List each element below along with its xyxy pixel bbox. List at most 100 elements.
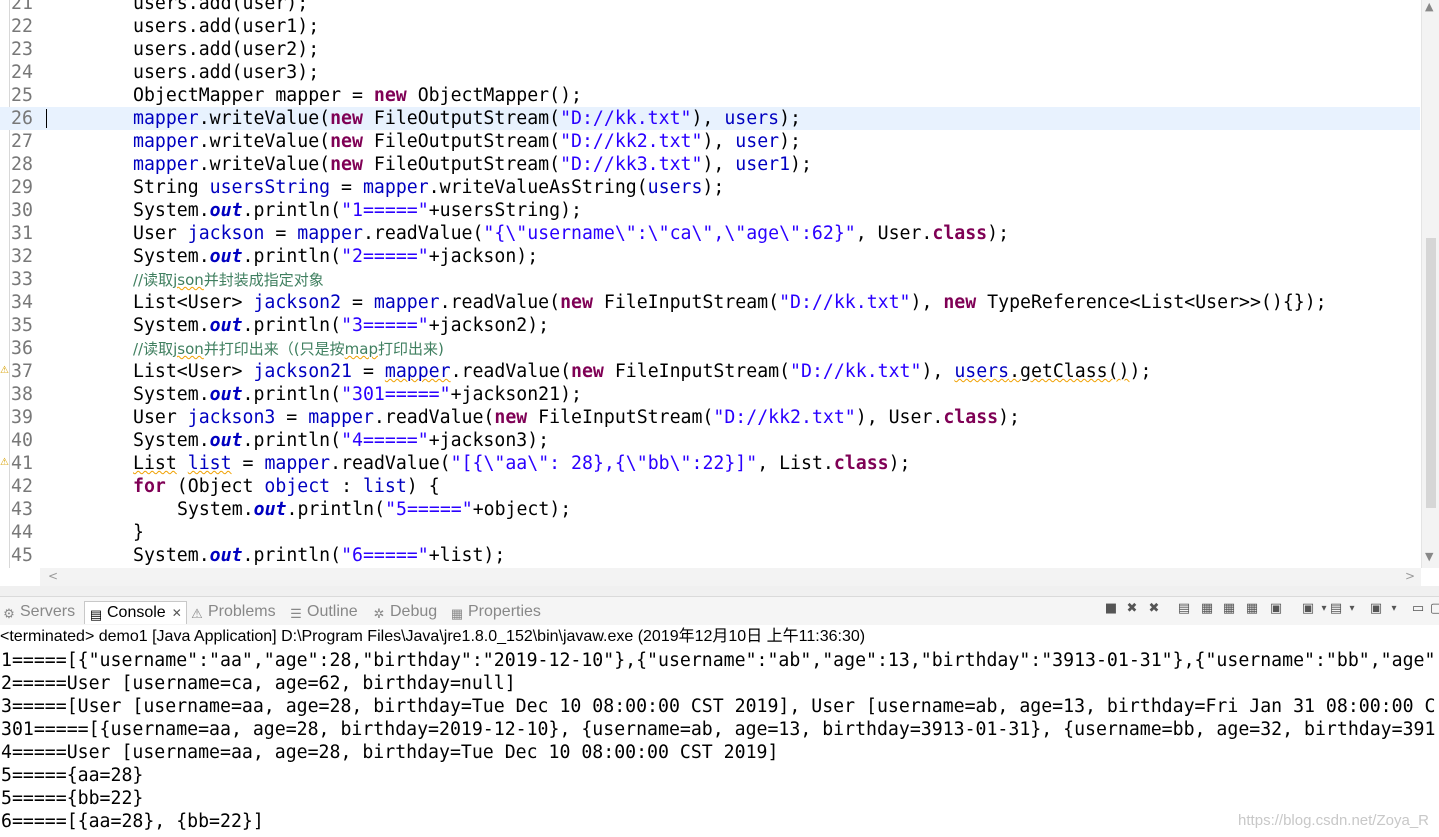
code-text[interactable]: System.out.println("301====="+jackson21)… <box>133 383 582 406</box>
code-text[interactable]: System.out.println("4====="+jackson3); <box>133 429 549 452</box>
code-text[interactable]: System.out.println("5====="+object); <box>177 498 571 521</box>
editor-horizontal-scrollbar[interactable]: < > <box>40 568 1421 586</box>
panel-divider[interactable] <box>0 586 1439 597</box>
show-on-error-icon[interactable]: ▦ <box>1244 600 1260 618</box>
code-line[interactable]: 33 //读取json并封装成指定对象 <box>0 268 1420 291</box>
tab-problems[interactable]: ⚠ Problems <box>190 601 275 623</box>
code-line[interactable]: 25 ObjectMapper mapper = new ObjectMapper… <box>0 84 1420 107</box>
open-console-dropdown-icon[interactable]: ▾ <box>1348 600 1356 618</box>
code-line[interactable]: 37 ⚠ List<User> jackson21 = mapper.readVal… <box>0 360 1420 383</box>
code-line[interactable]: 23 users.add(user2); <box>0 38 1420 61</box>
code-token: ); <box>1129 361 1152 382</box>
code-line[interactable]: 22 users.add(user1); <box>0 15 1420 38</box>
code-line[interactable]: 34 List<User> jackson2 = mapper.readValue… <box>0 291 1420 314</box>
code-text[interactable]: users.add(user3); <box>133 61 319 84</box>
scroll-left-icon[interactable]: < <box>48 569 58 583</box>
code-text[interactable]: System.out.println("6====="+list); <box>133 544 505 567</box>
code-area[interactable]: 21 users.add(user); 22 users.add(user1); 23 u… <box>0 0 1420 567</box>
code-line[interactable]: 27 mapper.writeValue(new FileOutputStream… <box>0 130 1420 153</box>
remove-all-terminated-icon[interactable]: ✖ <box>1146 600 1162 618</box>
code-text[interactable]: List<User> jackson21 = mapper.readValue(… <box>133 360 1151 383</box>
code-line[interactable]: 44} <box>0 521 1420 544</box>
code-token: "D://kk.txt" <box>779 292 911 313</box>
code-text[interactable]: System.out.println("2====="+jackson); <box>133 245 538 268</box>
warning-icon[interactable]: ⚠ <box>0 366 9 376</box>
new-console-dropdown-icon[interactable]: ▾ <box>1390 600 1398 618</box>
scrollbar-thumb[interactable] <box>1426 238 1436 508</box>
code-line[interactable]: 39 User jackson3 = mapper.readValue(new F… <box>0 406 1420 429</box>
code-line[interactable]: 38 System.out.println("301====="+jackson2… <box>0 383 1420 406</box>
maximize-icon[interactable]: ▢ <box>1428 600 1439 618</box>
pin-console-icon[interactable]: ▣ <box>1268 600 1284 618</box>
code-text[interactable]: //读取json并打印出来（(只是按map打印出来) <box>133 337 444 361</box>
code-text[interactable]: String usersString = mapper.writeValueAs… <box>133 176 724 199</box>
code-token: = <box>264 223 298 244</box>
tab-servers[interactable]: ⚙ Servers <box>2 601 75 623</box>
terminate-icon[interactable]: ■ <box>1103 600 1119 618</box>
show-on-output-icon[interactable]: ▦ <box>1221 600 1237 618</box>
code-text[interactable]: User jackson = mapper.readValue("{\"user… <box>133 222 1009 245</box>
code-token: = <box>352 361 385 382</box>
code-text[interactable]: ObjectMapper mapper = new ObjectMapper()… <box>133 84 582 107</box>
close-tab-icon[interactable]: ✕ <box>172 606 182 620</box>
properties-icon: ▦ <box>450 606 464 621</box>
code-text[interactable]: //读取json并封装成指定对象 <box>133 268 324 292</box>
code-line[interactable]: 45 System.out.println("6====="+list); <box>0 544 1420 567</box>
line-number: 30 <box>11 200 33 221</box>
code-line[interactable]: 42 for (Object object : list) { <box>0 475 1420 498</box>
code-text[interactable]: System.out.println("1====="+usersString)… <box>133 199 582 222</box>
code-text[interactable]: mapper.writeValue(new FileOutputStream("… <box>133 153 812 176</box>
tab-debug[interactable]: ✲ Debug <box>372 601 438 623</box>
code-token: .println( <box>242 246 342 267</box>
console-line: 5====={bb=22} <box>1 788 144 809</box>
warning-icon[interactable]: ⚠ <box>0 458 9 468</box>
code-token: String <box>133 177 210 198</box>
code-token: ); <box>987 223 1010 244</box>
tab-outline[interactable]: ☰ Outline <box>289 601 358 623</box>
code-text[interactable]: List list = mapper.readValue("[{\"aa\": … <box>133 452 911 475</box>
scroll-right-icon[interactable]: > <box>1405 569 1415 583</box>
display-console-dropdown-icon[interactable]: ▾ <box>1320 600 1328 618</box>
code-token: "3=====" <box>341 315 429 336</box>
code-line[interactable]: 24 users.add(user3); <box>0 61 1420 84</box>
display-console-icon[interactable]: ▣ <box>1300 600 1316 618</box>
tab-properties[interactable]: ▦ Properties <box>450 601 541 623</box>
code-text[interactable]: User jackson3 = mapper.readValue(new Fil… <box>133 406 1020 429</box>
code-text[interactable]: users.add(user2); <box>133 38 319 61</box>
code-editor[interactable]: 21 users.add(user); 22 users.add(user1); 23 u… <box>0 0 1439 568</box>
code-line[interactable]: 35 System.out.println("3====="+jackson2); <box>0 314 1420 337</box>
code-line[interactable]: 32 System.out.println("2====="+jackson); <box>0 245 1420 268</box>
code-line[interactable]: 28 mapper.writeValue(new FileOutputStream… <box>0 153 1420 176</box>
remove-launch-icon[interactable]: ✖ <box>1124 600 1140 618</box>
minimize-icon[interactable]: ▭ <box>1410 600 1426 618</box>
code-text[interactable]: List<User> jackson2 = mapper.readValue(n… <box>133 291 1327 314</box>
code-line[interactable]: 26 mapper.writeValue(new FileOutputStream… <box>0 107 1420 130</box>
code-line[interactable]: 30 System.out.println("1====="+usersStrin… <box>0 199 1420 222</box>
code-text[interactable]: System.out.println("3====="+jackson2); <box>133 314 549 337</box>
code-text[interactable]: mapper.writeValue(new FileOutputStream("… <box>133 130 801 153</box>
console-output[interactable]: 1=====[{"username":"aa","age":28,"birthd… <box>0 649 1439 837</box>
code-token: +jackson2); <box>428 315 550 336</box>
open-console-icon[interactable]: ▤ <box>1328 600 1344 618</box>
clear-console-icon[interactable]: ▤ <box>1176 600 1192 618</box>
code-text[interactable]: for (Object object : list) { <box>133 475 440 498</box>
code-line[interactable]: 40 System.out.println("4====="+jackson3); <box>0 429 1420 452</box>
code-line[interactable]: 31 User jackson = mapper.readValue("{\"us… <box>0 222 1420 245</box>
code-text[interactable]: mapper.writeValue(new FileOutputStream("… <box>133 107 801 130</box>
scroll-up-icon[interactable]: ▲ <box>1425 0 1433 13</box>
scroll-down-icon[interactable]: ▼ <box>1425 550 1433 563</box>
scroll-lock-icon[interactable]: ▦ <box>1199 600 1215 618</box>
code-token: new <box>330 131 363 152</box>
code-line[interactable]: 41 ⚠ List list = mapper.readValue("[{\"aa\… <box>0 452 1420 475</box>
code-text[interactable]: } <box>133 521 144 544</box>
code-text[interactable]: users.add(user1); <box>133 15 319 38</box>
code-text[interactable]: users.add(user); <box>133 0 308 15</box>
code-line[interactable]: 29 String usersString = mapper.writeValue… <box>0 176 1420 199</box>
editor-vertical-scrollbar[interactable]: ▲ ▼ <box>1421 0 1439 568</box>
tab-console[interactable]: ▤ Console ✕ <box>84 601 187 624</box>
new-console-icon[interactable]: ▣ <box>1368 600 1384 618</box>
code-line[interactable]: 21 users.add(user); <box>0 0 1420 15</box>
code-line[interactable]: 43 System.out.println("5====="+object); <box>0 498 1420 521</box>
code-line[interactable]: 36 //读取json并打印出来（(只是按map打印出来) <box>0 337 1420 360</box>
